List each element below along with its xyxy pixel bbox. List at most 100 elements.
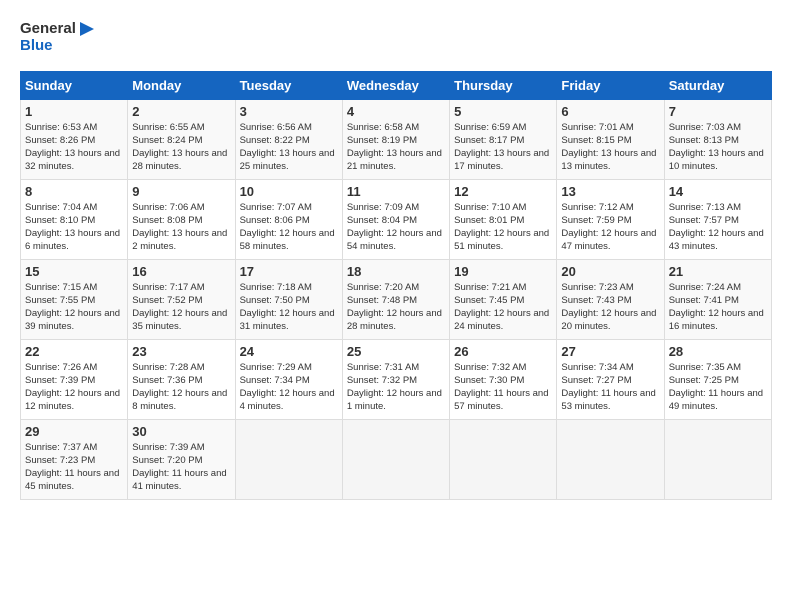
day-number: 9 [132,184,230,199]
cell-sun-info: Sunrise: 7:37 AMSunset: 7:23 PMDaylight:… [25,441,123,494]
day-number: 24 [240,344,338,359]
day-number: 1 [25,104,123,119]
calendar-cell: 29 Sunrise: 7:37 AMSunset: 7:23 PMDayligh… [21,419,128,499]
calendar-cell: 21 Sunrise: 7:24 AMSunset: 7:41 PMDayligh… [664,259,771,339]
calendar-cell [557,419,664,499]
logo-general: General [20,21,76,38]
day-number: 3 [240,104,338,119]
col-header-monday: Monday [128,71,235,99]
cell-sun-info: Sunrise: 7:23 AMSunset: 7:43 PMDaylight:… [561,281,659,334]
col-header-wednesday: Wednesday [342,71,449,99]
cell-sun-info: Sunrise: 7:31 AMSunset: 7:32 PMDaylight:… [347,361,445,414]
day-number: 22 [25,344,123,359]
cell-sun-info: Sunrise: 7:18 AMSunset: 7:50 PMDaylight:… [240,281,338,334]
calendar-cell: 16Sunrise: 7:17 AMSunset: 7:52 PMDayligh… [128,259,235,339]
logo-container: General Blue [20,20,96,55]
cell-sun-info: Sunrise: 7:39 AMSunset: 7:20 PMDaylight:… [132,441,230,494]
day-number: 18 [347,264,445,279]
calendar-table: SundayMondayTuesdayWednesdayThursdayFrid… [20,71,772,500]
calendar-cell: 20 Sunrise: 7:23 AMSunset: 7:43 PMDayligh… [557,259,664,339]
logo-triangle-icon [78,20,96,38]
calendar-cell: 1 Sunrise: 6:53 AMSunset: 8:26 PMDaylight… [21,99,128,179]
day-number: 12 [454,184,552,199]
calendar-cell: 11 Sunrise: 7:09 AMSunset: 8:04 PMDayligh… [342,179,449,259]
calendar-cell: 15 Sunrise: 7:15 AMSunset: 7:55 PMDayligh… [21,259,128,339]
calendar-cell: 14Sunrise: 7:13 AMSunset: 7:57 PMDayligh… [664,179,771,259]
calendar-cell: 4Sunrise: 6:58 AMSunset: 8:19 PMDaylight… [342,99,449,179]
day-number: 29 [25,424,123,439]
calendar-cell: 2 Sunrise: 6:55 AMSunset: 8:24 PMDaylight… [128,99,235,179]
cell-sun-info: Sunrise: 7:15 AMSunset: 7:55 PMDaylight:… [25,281,123,334]
calendar-cell: 28Sunrise: 7:35 AMSunset: 7:25 PMDayligh… [664,339,771,419]
cell-sun-info: Sunrise: 6:58 AMSunset: 8:19 PMDaylight:… [347,121,445,174]
day-number: 30 [132,424,230,439]
col-header-thursday: Thursday [450,71,557,99]
calendar-week-1: 1 Sunrise: 6:53 AMSunset: 8:26 PMDaylight… [21,99,772,179]
calendar-cell: 12 Sunrise: 7:10 AMSunset: 8:01 PMDayligh… [450,179,557,259]
calendar-cell [235,419,342,499]
cell-sun-info: Sunrise: 7:09 AMSunset: 8:04 PMDaylight:… [347,201,445,254]
calendar-week-3: 15 Sunrise: 7:15 AMSunset: 7:55 PMDayligh… [21,259,772,339]
day-number: 13 [561,184,659,199]
cell-sun-info: Sunrise: 6:53 AMSunset: 8:26 PMDaylight:… [25,121,123,174]
calendar-cell: 27Sunrise: 7:34 AMSunset: 7:27 PMDayligh… [557,339,664,419]
calendar-cell: 26Sunrise: 7:32 AMSunset: 7:30 PMDayligh… [450,339,557,419]
day-number: 25 [347,344,445,359]
cell-sun-info: Sunrise: 6:56 AMSunset: 8:22 PMDaylight:… [240,121,338,174]
cell-sun-info: Sunrise: 7:26 AMSunset: 7:39 PMDaylight:… [25,361,123,414]
col-header-friday: Friday [557,71,664,99]
calendar-week-4: 22 Sunrise: 7:26 AMSunset: 7:39 PMDayligh… [21,339,772,419]
cell-sun-info: Sunrise: 7:28 AMSunset: 7:36 PMDaylight:… [132,361,230,414]
calendar-cell [450,419,557,499]
day-number: 6 [561,104,659,119]
calendar-cell: 18 Sunrise: 7:20 AMSunset: 7:48 PMDayligh… [342,259,449,339]
cell-sun-info: Sunrise: 7:13 AMSunset: 7:57 PMDaylight:… [669,201,767,254]
calendar-cell: 8Sunrise: 7:04 AMSunset: 8:10 PMDaylight… [21,179,128,259]
calendar-cell: 6 Sunrise: 7:01 AMSunset: 8:15 PMDaylight… [557,99,664,179]
cell-sun-info: Sunrise: 7:06 AMSunset: 8:08 PMDaylight:… [132,201,230,254]
cell-sun-info: Sunrise: 7:35 AMSunset: 7:25 PMDaylight:… [669,361,767,414]
header: General Blue [20,20,772,55]
calendar-cell: 25 Sunrise: 7:31 AMSunset: 7:32 PMDayligh… [342,339,449,419]
cell-sun-info: Sunrise: 6:55 AMSunset: 8:24 PMDaylight:… [132,121,230,174]
calendar-cell: 30 Sunrise: 7:39 AMSunset: 7:20 PMDayligh… [128,419,235,499]
cell-sun-info: Sunrise: 7:07 AMSunset: 8:06 PMDaylight:… [240,201,338,254]
calendar-cell: 3 Sunrise: 6:56 AMSunset: 8:22 PMDaylight… [235,99,342,179]
calendar-cell: 22 Sunrise: 7:26 AMSunset: 7:39 PMDayligh… [21,339,128,419]
cell-sun-info: Sunrise: 7:24 AMSunset: 7:41 PMDaylight:… [669,281,767,334]
day-number: 11 [347,184,445,199]
cell-sun-info: Sunrise: 6:59 AMSunset: 8:17 PMDaylight:… [454,121,552,174]
cell-sun-info: Sunrise: 7:17 AMSunset: 7:52 PMDaylight:… [132,281,230,334]
calendar-cell [664,419,771,499]
cell-sun-info: Sunrise: 7:20 AMSunset: 7:48 PMDaylight:… [347,281,445,334]
calendar-cell [342,419,449,499]
cell-sun-info: Sunrise: 7:04 AMSunset: 8:10 PMDaylight:… [25,201,123,254]
day-number: 23 [132,344,230,359]
calendar-cell: 9 Sunrise: 7:06 AMSunset: 8:08 PMDaylight… [128,179,235,259]
cell-sun-info: Sunrise: 7:03 AMSunset: 8:13 PMDaylight:… [669,121,767,174]
day-number: 20 [561,264,659,279]
logo: General Blue [20,20,96,55]
col-header-saturday: Saturday [664,71,771,99]
logo-blue: Blue [20,38,96,55]
calendar-cell: 23 Sunrise: 7:28 AMSunset: 7:36 PMDayligh… [128,339,235,419]
calendar-cell: 19 Sunrise: 7:21 AMSunset: 7:45 PMDayligh… [450,259,557,339]
cell-sun-info: Sunrise: 7:10 AMSunset: 8:01 PMDaylight:… [454,201,552,254]
day-number: 21 [669,264,767,279]
calendar-cell: 7Sunrise: 7:03 AMSunset: 8:13 PMDaylight… [664,99,771,179]
cell-sun-info: Sunrise: 7:32 AMSunset: 7:30 PMDaylight:… [454,361,552,414]
cell-sun-info: Sunrise: 7:29 AMSunset: 7:34 PMDaylight:… [240,361,338,414]
day-number: 19 [454,264,552,279]
day-number: 2 [132,104,230,119]
cell-sun-info: Sunrise: 7:21 AMSunset: 7:45 PMDaylight:… [454,281,552,334]
calendar-cell: 24 Sunrise: 7:29 AMSunset: 7:34 PMDayligh… [235,339,342,419]
header-row: SundayMondayTuesdayWednesdayThursdayFrid… [21,71,772,99]
calendar-cell: 10Sunrise: 7:07 AMSunset: 8:06 PMDayligh… [235,179,342,259]
calendar-cell: 17 Sunrise: 7:18 AMSunset: 7:50 PMDayligh… [235,259,342,339]
day-number: 15 [25,264,123,279]
calendar-cell: 5Sunrise: 6:59 AMSunset: 8:17 PMDaylight… [450,99,557,179]
cell-sun-info: Sunrise: 7:01 AMSunset: 8:15 PMDaylight:… [561,121,659,174]
day-number: 27 [561,344,659,359]
day-number: 17 [240,264,338,279]
col-header-tuesday: Tuesday [235,71,342,99]
